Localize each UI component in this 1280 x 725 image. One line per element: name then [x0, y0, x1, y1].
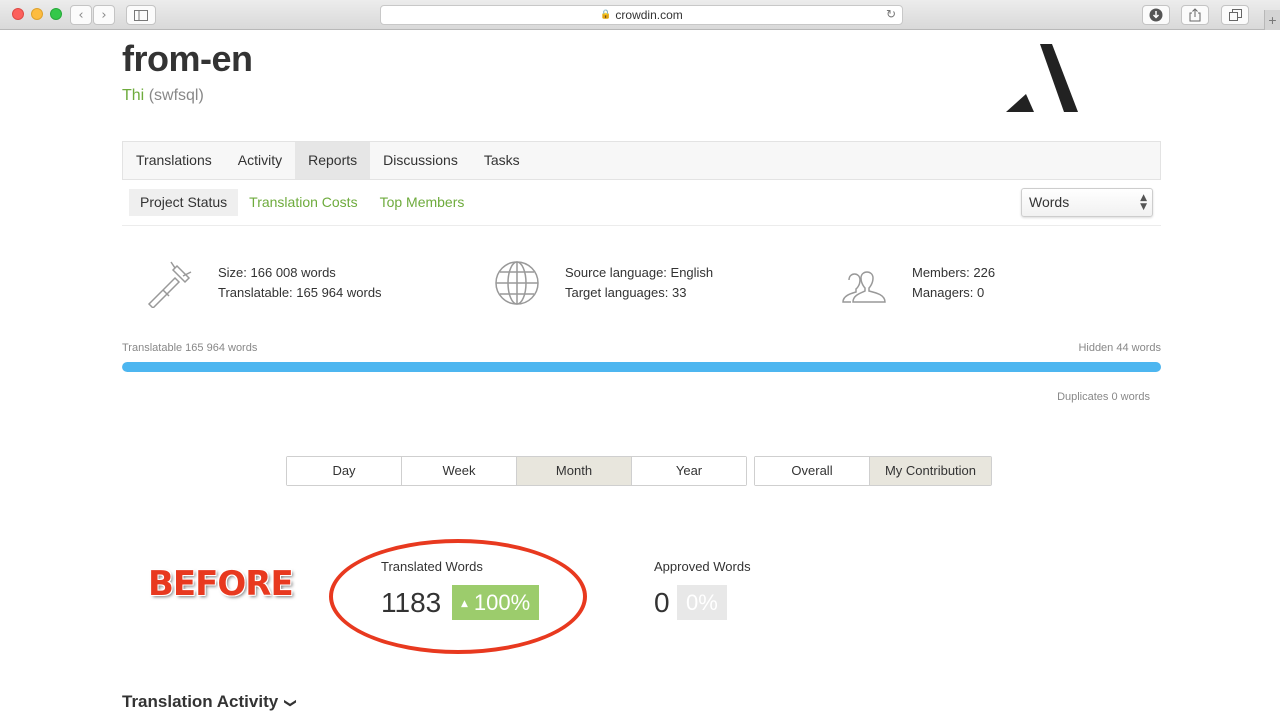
- share-icon: [1189, 8, 1201, 22]
- back-button[interactable]: ‹: [70, 5, 92, 25]
- new-tab-button[interactable]: +: [1264, 10, 1280, 30]
- downloads-button[interactable]: [1142, 5, 1170, 25]
- period-switch: Day Week Month Year: [286, 456, 747, 486]
- address-bar[interactable]: 🔒 crowdin.com ↻: [380, 5, 903, 25]
- project-owner: Thi (swfsql): [122, 87, 204, 105]
- owner-handle: (swfsql): [148, 87, 204, 104]
- project-title: from-en: [122, 38, 253, 79]
- tab-reports[interactable]: Reports: [295, 142, 371, 179]
- sidebar-icon: [134, 9, 148, 21]
- size-stat: Size: 166 008 words Translatable: 165 96…: [145, 258, 382, 308]
- divider: [122, 225, 1161, 226]
- period-year-button[interactable]: Year: [632, 457, 746, 485]
- hidden-bar-label: Hidden 44 words: [1078, 342, 1161, 354]
- tab-activity[interactable]: Activity: [225, 142, 295, 179]
- unit-select[interactable]: Words ▲ ▼: [1021, 188, 1153, 217]
- reports-subnav: Project Status Translation Costs Top Mem…: [122, 189, 475, 216]
- globe-icon: [495, 261, 539, 305]
- url-text: crowdin.com: [615, 8, 683, 22]
- translated-change-badge: ▲ 100%: [452, 585, 540, 620]
- sidebar-toggle-button[interactable]: [126, 5, 156, 25]
- tab-tasks[interactable]: Tasks: [471, 142, 533, 179]
- translatable-progress-bar: [122, 362, 1161, 372]
- subtab-project-status[interactable]: Project Status: [129, 189, 239, 216]
- subtab-top-members[interactable]: Top Members: [369, 189, 476, 216]
- managers-value: Managers: 0: [912, 285, 985, 300]
- period-day-button[interactable]: Day: [287, 457, 402, 485]
- members-value: Members: 226: [912, 265, 996, 280]
- zoom-window-icon[interactable]: [50, 8, 62, 20]
- owner-name-link[interactable]: Thi: [122, 87, 144, 104]
- tab-discussions[interactable]: Discussions: [370, 142, 471, 179]
- scope-switch: Overall My Contribution: [754, 456, 992, 486]
- progress-fill: [122, 362, 1161, 372]
- translated-words-label: Translated Words: [381, 559, 483, 574]
- unit-select-value: Words: [1029, 194, 1070, 210]
- scope-overall-button[interactable]: Overall: [755, 457, 870, 485]
- chevron-right-icon: ›: [101, 7, 107, 23]
- section-title: Translation Activity: [122, 692, 279, 711]
- download-icon: [1149, 8, 1163, 22]
- crowdin-logo-icon: [1006, 44, 1078, 112]
- translated-words-value: 1183: [381, 587, 442, 618]
- arrow-up-icon: ▲: [461, 598, 468, 609]
- subtab-translation-costs[interactable]: Translation Costs: [238, 189, 368, 216]
- period-week-button[interactable]: Week: [402, 457, 517, 485]
- close-window-icon[interactable]: [12, 8, 24, 20]
- forward-button[interactable]: ›: [93, 5, 115, 25]
- chevron-down-icon: ❯: [284, 697, 299, 709]
- tabs-overview-button[interactable]: [1221, 5, 1249, 25]
- chevron-left-icon: ‹: [78, 7, 84, 23]
- translatable-value: Translatable: 165 964 words: [218, 285, 382, 300]
- language-stat: Source language: English Target language…: [492, 258, 713, 308]
- select-arrows-icon: ▲ ▼: [1140, 193, 1147, 212]
- reload-icon[interactable]: ↻: [886, 7, 896, 21]
- translatable-bar-label: Translatable 165 964 words: [122, 342, 258, 354]
- browser-toolbar: ‹ › 🔒 crowdin.com ↻ +: [0, 0, 1280, 30]
- source-language-value: Source language: English: [565, 265, 714, 280]
- period-month-button[interactable]: Month: [517, 457, 632, 485]
- duplicates-label: Duplicates 0 words: [1057, 391, 1150, 403]
- before-annotation: BEFORE: [148, 564, 294, 604]
- minimize-window-icon[interactable]: [31, 8, 43, 20]
- lock-icon: 🔒: [600, 10, 612, 20]
- translated-change-value: 100%: [473, 590, 531, 615]
- caliper-icon: [147, 261, 192, 308]
- approved-change-badge: 0%: [677, 585, 727, 620]
- users-icon: [842, 271, 886, 303]
- share-button[interactable]: [1181, 5, 1209, 25]
- approved-change-value: 0%: [686, 590, 718, 615]
- translation-activity-heading[interactable]: Translation Activity ❯: [122, 692, 299, 712]
- members-stat: Members: 226 Managers: 0: [839, 258, 995, 308]
- size-value: Size: 166 008 words: [218, 265, 336, 280]
- approved-words-value: 0: [654, 587, 670, 618]
- tabs-icon: [1228, 9, 1242, 21]
- approved-words-label: Approved Words: [654, 559, 751, 574]
- project-tabs: Translations Activity Reports Discussion…: [122, 141, 1161, 180]
- plus-icon: +: [1268, 12, 1277, 28]
- scope-my-contribution-button[interactable]: My Contribution: [870, 457, 991, 485]
- target-languages-value: Target languages: 33: [565, 285, 687, 300]
- tab-translations[interactable]: Translations: [123, 142, 225, 179]
